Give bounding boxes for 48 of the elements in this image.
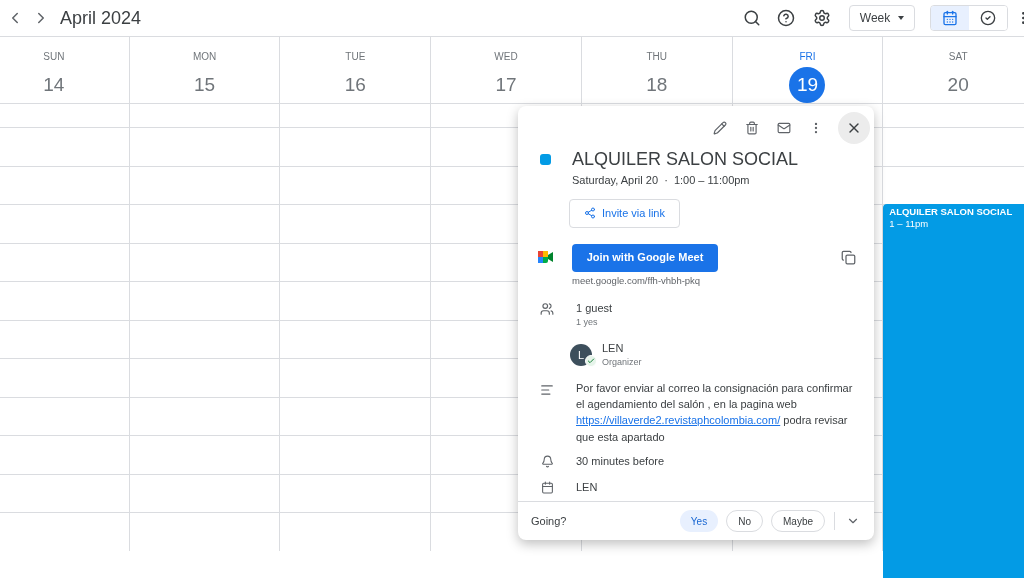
- website-link[interactable]: https://villaverde2.revistaphcolombia.com/: [576, 414, 781, 427]
- settings-button[interactable]: [812, 8, 832, 28]
- weekday-label: TUE: [345, 50, 366, 64]
- bell-icon: [540, 454, 554, 468]
- join-google-meet-button[interactable]: Join with Google Meet: [572, 243, 718, 272]
- help-button[interactable]: [776, 8, 796, 28]
- day-number[interactable]: 14: [35, 67, 72, 103]
- calendar-event[interactable]: ALQUILER SALON SOCIAL 1 – 11pm: [883, 204, 1024, 578]
- event-time: 1 – 11pm: [889, 218, 930, 230]
- calendar-name: LEN: [576, 480, 598, 496]
- guest-name: LEN: [602, 340, 625, 356]
- event-description: Por favor enviar al correo la consignación para confirmar el agendamiento del salón , en la pagina web https://villaverde2.revistaphcolombia.com/ podra revisar que esta apartado: [576, 380, 854, 445]
- going-label: Going?: [531, 513, 567, 529]
- reminder-text: 30 minutes before: [576, 453, 665, 469]
- calendar-view-toggle[interactable]: [931, 6, 969, 30]
- guest-status: 1 yes: [576, 316, 599, 330]
- copy-button[interactable]: [840, 249, 856, 266]
- month-title: April 2024: [60, 6, 142, 30]
- check-circle-icon: [980, 10, 996, 26]
- weekday-label: WED: [494, 50, 518, 64]
- popup-event-title: ALQUILER SALON SOCIAL: [572, 148, 799, 170]
- day-number[interactable]: 18: [638, 67, 675, 103]
- weekday-label: SAT: [948, 50, 968, 64]
- close-button[interactable]: [838, 112, 870, 144]
- meet-link[interactable]: meet.google.com/ffh-vhbh-pkq: [572, 273, 840, 288]
- weekday-label: FRI: [799, 50, 816, 64]
- day-number[interactable]: 15: [186, 67, 223, 103]
- search-button[interactable]: [742, 8, 762, 28]
- event-date-time: Saturday, April 20 · 1:00 – 11:00pm: [572, 173, 751, 188]
- calendar-icon: [540, 481, 554, 495]
- people-icon: [540, 301, 554, 316]
- weekday-label: MON: [192, 50, 217, 64]
- day-number[interactable]: 20: [940, 67, 977, 103]
- video-meeting-icon: [537, 250, 553, 263]
- guest-count: 1 guest: [576, 300, 613, 316]
- event-title: ALQUILER SALON SOCIAL: [889, 206, 1014, 218]
- weekday-label: THU: [646, 50, 667, 64]
- day-number[interactable]: 19: [789, 67, 826, 103]
- view-dropdown[interactable]: Week: [849, 5, 915, 31]
- description-icon: [540, 382, 554, 397]
- rsvp-option[interactable]: Yes: [679, 510, 719, 532]
- calendar-icon: [942, 10, 958, 26]
- share-icon: [584, 207, 596, 219]
- invite-via-link-button[interactable]: Invite via link: [569, 198, 680, 228]
- weekday-label: SUN: [43, 50, 65, 64]
- day-number[interactable]: 17: [488, 67, 524, 103]
- day-number[interactable]: 16: [337, 67, 374, 103]
- guest-role: Organizer: [602, 356, 642, 370]
